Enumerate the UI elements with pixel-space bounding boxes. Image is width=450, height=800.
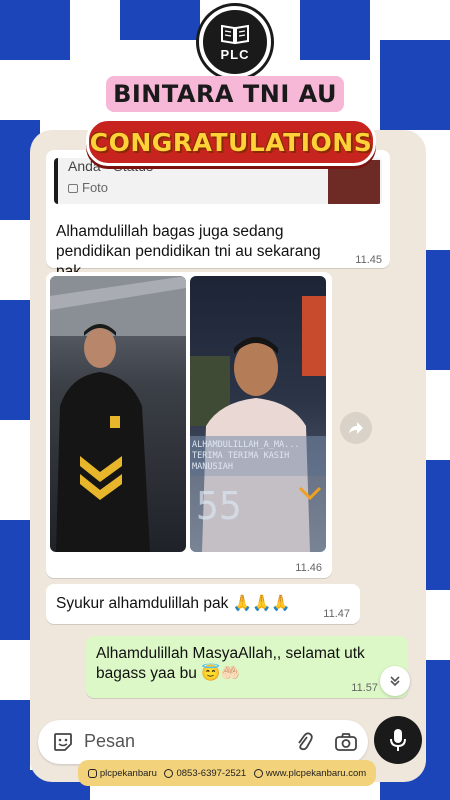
photo-icon — [68, 184, 78, 193]
mic-button[interactable] — [374, 716, 422, 764]
chevron-down-icon — [390, 676, 400, 687]
logo-text: PLC — [220, 46, 250, 62]
photo-overlay-number: 55 — [196, 484, 242, 528]
congratulations-banner: CONGRATULATIONS — [86, 118, 376, 166]
photo-1[interactable] — [50, 276, 186, 552]
message-bubble-4[interactable]: Alhamdulillah MasyaAllah,, selamat utk b… — [86, 636, 408, 698]
plc-logo: PLC — [199, 6, 271, 78]
emoji-pray: 🙏🙏🙏 — [232, 595, 291, 612]
chat-window: Anda • Status Foto Alhamdulillah bagas j… — [30, 130, 426, 782]
attach-icon[interactable] — [294, 731, 314, 753]
forward-button[interactable] — [340, 412, 372, 444]
message-time: 11.47 — [323, 608, 350, 620]
message-time: 11.45 — [355, 254, 382, 266]
website-link[interactable]: www.plcpekanbaru.com — [266, 768, 366, 779]
mic-icon — [390, 729, 406, 751]
message-time: 11.46 — [295, 562, 322, 574]
message-bubble-photos[interactable]: ALHAMDULILLAH_A_MA... TERIMA TERIMA KASI… — [46, 272, 332, 578]
phone-icon — [164, 768, 174, 778]
message-time: 11.57 — [351, 682, 378, 694]
message-input[interactable]: Pesan — [84, 731, 135, 752]
quote-type: Foto — [82, 180, 109, 195]
photo-2[interactable]: ALHAMDULILLAH_A_MA... TERIMA TERIMA KASI… — [190, 276, 326, 552]
globe-icon — [253, 768, 263, 778]
photo-overlay-text: ALHAMDULILLAH_A_MA... TERIMA TERIMA KASI… — [192, 440, 300, 472]
quote-thumbnail — [328, 160, 380, 204]
contact-footer: plcpekanbaru 0853-6397-2521 www.plcpekan… — [78, 760, 376, 786]
book-icon — [221, 24, 249, 44]
phone-number[interactable]: 0853-6397-2521 — [176, 768, 246, 779]
emoji-smile: 😇🤲🏻 — [201, 665, 240, 682]
title-banner: BINTARA TNI AU — [106, 76, 344, 112]
forward-icon — [349, 422, 363, 434]
message-input-bar[interactable]: Pesan — [38, 720, 368, 764]
instagram-handle[interactable]: plcpekanbaru — [100, 768, 157, 779]
camera-icon[interactable] — [334, 732, 358, 752]
scroll-down-button[interactable] — [380, 666, 410, 696]
message-text: Syukur alhamdulillah pak — [56, 595, 229, 612]
message-bubble-1[interactable]: Anda • Status Foto Alhamdulillah bagas j… — [46, 150, 390, 280]
sticker-icon[interactable] — [52, 731, 74, 753]
instagram-icon — [87, 768, 97, 778]
message-bubble-3[interactable]: Syukur alhamdulillah pak 🙏🙏🙏 11.47 — [46, 584, 360, 624]
